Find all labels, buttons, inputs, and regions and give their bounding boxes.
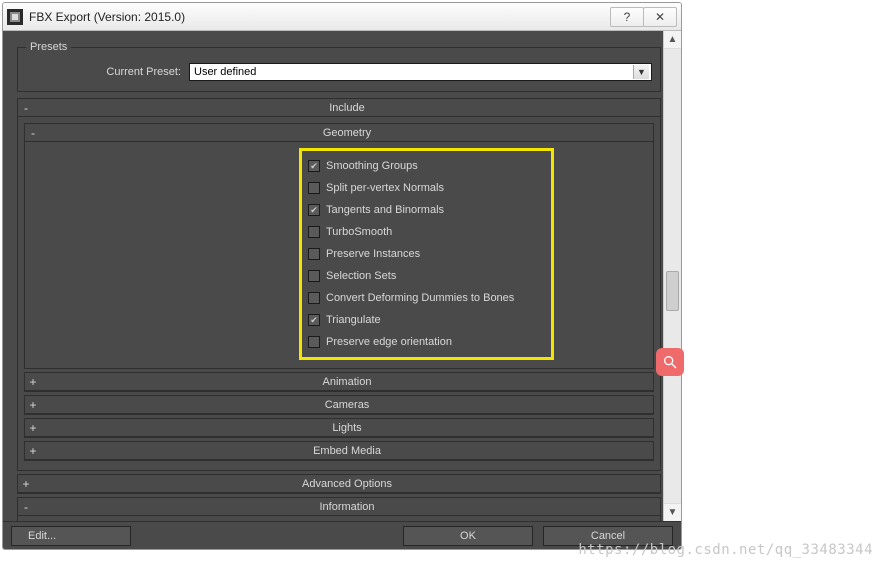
section-lights-title: Lights [41, 422, 653, 434]
edit-button[interactable]: Edit... [11, 526, 131, 546]
checkbox-icon[interactable] [308, 314, 320, 326]
watermark-text: https://blog.csdn.net/qq_33483344 [578, 542, 873, 558]
geometry-option[interactable]: Preserve Instances [308, 243, 545, 265]
app-icon [7, 9, 23, 25]
ok-button[interactable]: OK [403, 526, 533, 546]
scroll-up-arrow-icon[interactable]: ▲ [664, 31, 681, 49]
geometry-option[interactable]: Convert Deforming Dummies to Bones [308, 287, 545, 309]
geometry-option[interactable]: Preserve edge orientation [308, 331, 545, 353]
fbx-export-window: FBX Export (Version: 2015.0) ? ✕ Presets… [2, 2, 682, 550]
expand-icon: + [25, 376, 41, 388]
vertical-scrollbar[interactable]: ▲ ▼ [663, 31, 681, 521]
section-information-title: Information [34, 501, 660, 513]
geometry-options-highlight: Smoothing Groups Split per-vertex Normals… [299, 148, 554, 360]
section-embed-media: + Embed Media [24, 441, 654, 461]
expand-icon: + [18, 478, 34, 490]
section-cameras-title: Cameras [41, 399, 653, 411]
plugin-version-text: FBX Plug-in version: 2015.0 Release (225… [18, 516, 660, 521]
geometry-option[interactable]: TurboSmooth [308, 221, 545, 243]
geometry-option[interactable]: Tangents and Binormals [308, 199, 545, 221]
geometry-option[interactable]: Smoothing Groups [308, 155, 545, 177]
collapse-icon: - [25, 127, 41, 139]
section-embed-media-title: Embed Media [41, 445, 653, 457]
section-embed-media-header[interactable]: + Embed Media [25, 442, 653, 460]
section-information: - Information FBX Plug-in version: 2015.… [17, 497, 661, 521]
expand-icon: + [25, 399, 41, 411]
checkbox-icon[interactable] [308, 336, 320, 348]
checkbox-icon[interactable] [308, 182, 320, 194]
geometry-option-label: Selection Sets [326, 270, 396, 282]
section-advanced-header[interactable]: + Advanced Options [18, 475, 660, 493]
section-include: - Include - Geometry Smoothing Groups Spl… [17, 98, 661, 471]
section-cameras: + Cameras [24, 395, 654, 415]
scroll-thumb[interactable] [666, 271, 679, 311]
presets-group: Presets Current Preset: User defined ▼ [17, 41, 661, 92]
checkbox-icon[interactable] [308, 160, 320, 172]
geometry-option-label: Convert Deforming Dummies to Bones [326, 292, 514, 304]
current-preset-value: User defined [194, 66, 256, 78]
section-include-title: Include [34, 102, 660, 114]
geometry-option[interactable]: Split per-vertex Normals [308, 177, 545, 199]
geometry-option-label: Smoothing Groups [326, 160, 418, 172]
checkbox-icon[interactable] [308, 248, 320, 260]
main-panel: Presets Current Preset: User defined ▼ -… [3, 31, 681, 521]
presets-legend: Presets [26, 41, 71, 53]
close-button[interactable]: ✕ [643, 7, 677, 27]
window-title: FBX Export (Version: 2015.0) [29, 10, 185, 24]
collapse-icon: - [18, 102, 34, 114]
geometry-option-label: TurboSmooth [326, 226, 392, 238]
section-advanced-title: Advanced Options [34, 478, 660, 490]
geometry-option-label: Tangents and Binormals [326, 204, 444, 216]
section-include-header[interactable]: - Include [18, 99, 660, 117]
checkbox-icon[interactable] [308, 204, 320, 216]
titlebar: FBX Export (Version: 2015.0) ? ✕ [3, 3, 681, 31]
section-cameras-header[interactable]: + Cameras [25, 396, 653, 414]
geometry-option-label: Split per-vertex Normals [326, 182, 444, 194]
search-icon[interactable] [656, 348, 684, 376]
geometry-option-label: Preserve edge orientation [326, 336, 452, 348]
collapse-icon: - [18, 501, 34, 513]
section-geometry-header[interactable]: - Geometry [25, 124, 653, 142]
section-animation-title: Animation [41, 376, 653, 388]
geometry-option-label: Triangulate [326, 314, 381, 326]
help-button[interactable]: ? [610, 7, 644, 27]
section-information-header[interactable]: - Information [18, 498, 660, 516]
current-preset-select[interactable]: User defined ▼ [189, 63, 652, 81]
expand-icon: + [25, 422, 41, 434]
checkbox-icon[interactable] [308, 226, 320, 238]
geometry-option[interactable]: Triangulate [308, 309, 545, 331]
section-lights-header[interactable]: + Lights [25, 419, 653, 437]
expand-icon: + [25, 445, 41, 457]
section-geometry: - Geometry Smoothing Groups Split per-ver… [24, 123, 654, 369]
geometry-option-label: Preserve Instances [326, 248, 420, 260]
section-geometry-title: Geometry [41, 127, 653, 139]
current-preset-label: Current Preset: [26, 66, 181, 78]
section-advanced: + Advanced Options [17, 474, 661, 494]
scroll-viewport: Presets Current Preset: User defined ▼ -… [3, 31, 663, 521]
section-animation: + Animation [24, 372, 654, 392]
section-animation-header[interactable]: + Animation [25, 373, 653, 391]
scroll-down-arrow-icon[interactable]: ▼ [664, 503, 681, 521]
chevron-down-icon: ▼ [633, 65, 649, 79]
section-lights: + Lights [24, 418, 654, 438]
geometry-option[interactable]: Selection Sets [308, 265, 545, 287]
checkbox-icon[interactable] [308, 270, 320, 282]
checkbox-icon[interactable] [308, 292, 320, 304]
